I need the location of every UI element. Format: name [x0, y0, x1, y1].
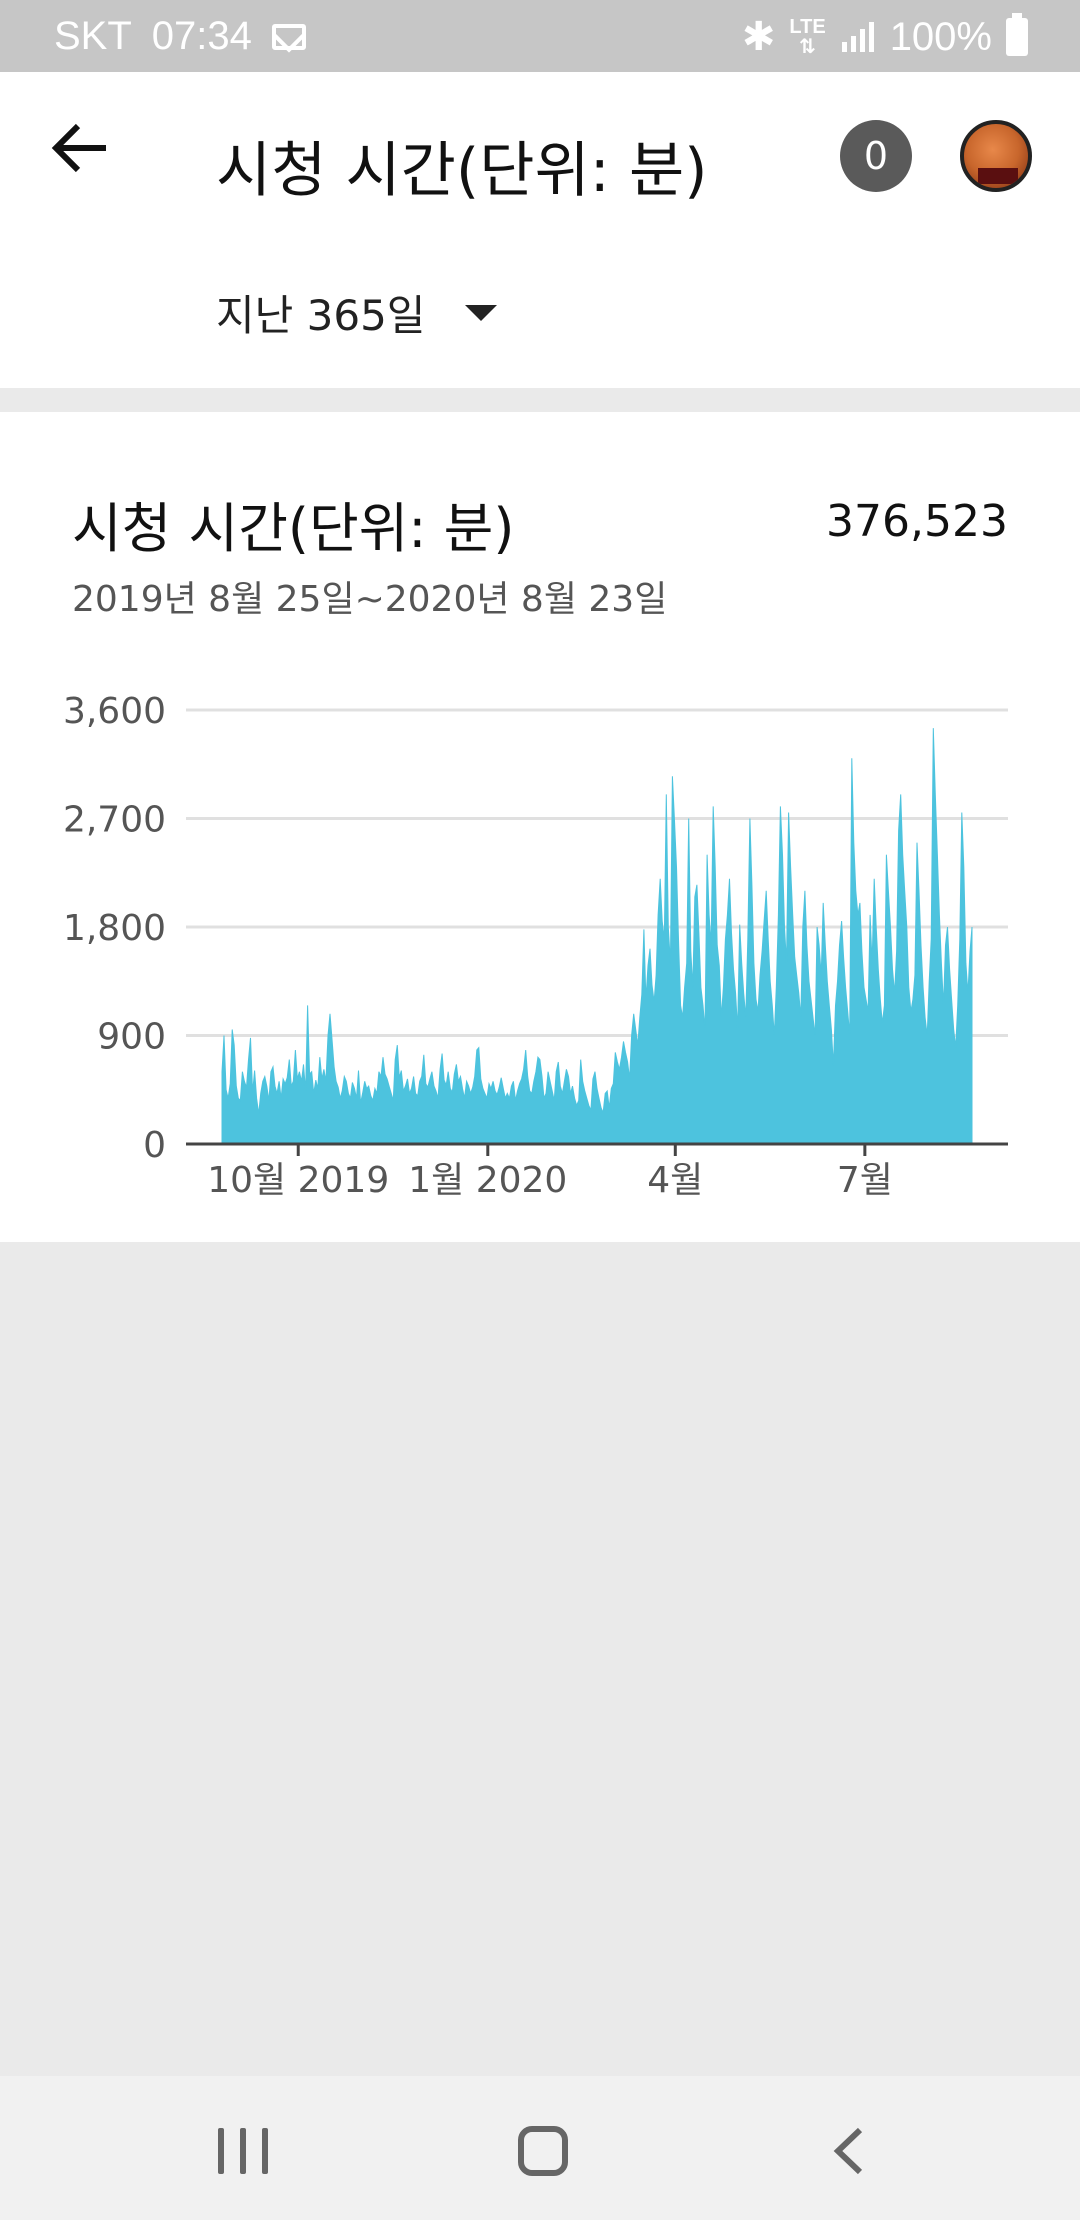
app-bar: 시청 시간(단위: 분) 0 지난 365일	[0, 72, 1080, 388]
date-range-label: 지난 365일	[216, 291, 426, 340]
battery-percent: 100%	[889, 14, 992, 59]
x-tick-label: 1월 2020	[408, 1160, 567, 1201]
nav-back-icon[interactable]	[830, 2126, 870, 2176]
total-value: 376,523	[826, 496, 1008, 547]
carrier-label: SKT	[54, 14, 132, 58]
date-range-dropdown[interactable]: 지난 365일	[216, 282, 498, 343]
system-nav-bar	[0, 2076, 1080, 2220]
y-tick-label: 2,700	[63, 800, 166, 841]
watch-time-card: 시청 시간(단위: 분) 376,523 2019년 8월 25일~2020년 …	[0, 412, 1080, 1242]
signal-icon	[841, 22, 874, 52]
x-tick-label: 7월	[837, 1160, 893, 1201]
recents-button[interactable]	[218, 2128, 268, 2174]
y-tick-label: 1,800	[63, 908, 166, 949]
avatar[interactable]	[960, 120, 1032, 192]
x-tick-label: 10월 2019	[207, 1160, 389, 1201]
date-range-text: 2019년 8월 25일~2020년 8월 23일	[72, 579, 668, 620]
status-bar: SKT 07:34 ✱ LTE ⇅ 100%	[0, 0, 1080, 72]
y-tick-label: 900	[97, 1017, 166, 1058]
mail-icon	[271, 23, 306, 50]
home-button[interactable]	[518, 2126, 568, 2176]
clock: 07:34	[151, 14, 252, 58]
y-tick-label: 3,600	[63, 691, 166, 732]
back-arrow-icon[interactable]	[42, 108, 122, 188]
notification-badge[interactable]: 0	[840, 120, 912, 192]
battery-icon	[1006, 13, 1028, 56]
lte-icon: LTE ⇅	[789, 16, 826, 58]
page-title: 시청 시간(단위: 분)	[216, 136, 708, 206]
chevron-down-icon	[465, 304, 498, 321]
y-tick-label: 0	[143, 1125, 166, 1166]
x-tick-label: 4월	[647, 1160, 703, 1201]
card-title: 시청 시간(단위: 분)	[72, 497, 515, 560]
watch-time-chart: 0 900 1,800 2,700 3,600 10월 2019 1월 2020 4월 7월	[63, 691, 1008, 1201]
watch-time-area-series	[221, 728, 973, 1145]
bluetooth-icon: ✱	[741, 15, 776, 59]
